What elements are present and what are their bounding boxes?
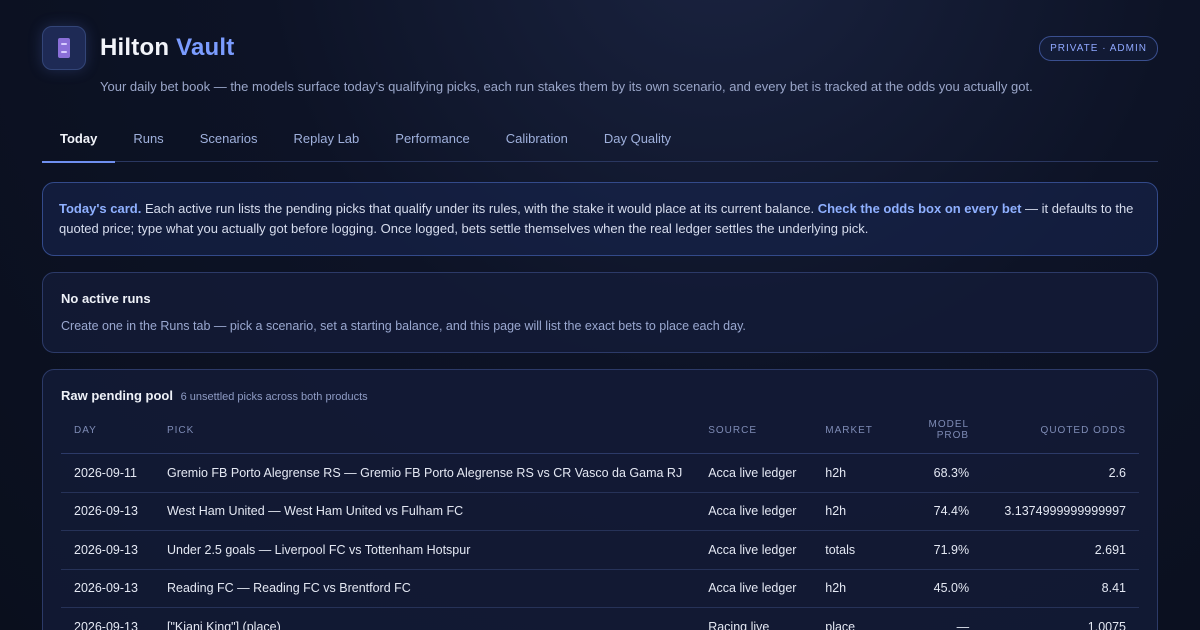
cell-quoted-odds: 1.0075	[982, 607, 1139, 630]
empty-runs-card: No active runs Create one in the Runs ta…	[42, 272, 1158, 353]
cell-market: h2h	[812, 569, 891, 608]
app-title: Hilton Vault	[100, 34, 234, 62]
pending-pool-count: 6 unsettled picks across both products	[180, 391, 368, 403]
tab-day-quality[interactable]: Day Quality	[586, 112, 689, 162]
cell-pick: Reading FC — Reading FC vs Brentford FC	[153, 569, 696, 608]
cell-source: Acca live ledger	[695, 453, 813, 493]
cell-day: 2026-09-13	[61, 607, 154, 630]
tab-runs[interactable]: Runs	[115, 112, 181, 162]
info-emphasis: Check the odds box on every bet	[817, 201, 1022, 216]
cell-pick: Gremio FB Porto Alegrense RS — Gremio FB…	[153, 453, 696, 493]
tab-today[interactable]: Today	[42, 112, 116, 163]
archive-box-icon	[42, 26, 86, 70]
table-row: 2026-09-13 West Ham United — West Ham Un…	[61, 492, 1139, 531]
info-callout: Today's card. Each active run lists the …	[42, 182, 1158, 256]
table-header-row: DAY PICK SOURCE MARKET MODEL PROB QUOTED…	[61, 419, 1139, 454]
table-row: 2026-09-13 ["Kiani King"] (place) Racing…	[61, 607, 1139, 630]
table-row: 2026-09-13 Under 2.5 goals — Liverpool F…	[61, 530, 1139, 570]
cell-source: Acca live ledger	[695, 492, 813, 531]
cell-quoted-odds: 8.41	[982, 569, 1139, 608]
cell-market: h2h	[812, 492, 891, 531]
cell-quoted-odds: 2.6	[982, 453, 1139, 493]
empty-runs-title: No active runs	[61, 291, 151, 306]
pending-pool-card: Raw pending pool 6 unsettled picks acros…	[42, 369, 1158, 630]
tab-replay-lab[interactable]: Replay Lab	[276, 112, 378, 162]
cell-pick: West Ham United — West Ham United vs Ful…	[153, 492, 696, 531]
info-text-1: Each active run lists the pending picks …	[141, 201, 818, 216]
column-header-source: SOURCE	[695, 419, 813, 454]
column-header-model-prob: MODEL PROB	[890, 419, 983, 454]
app-subtitle: Your daily bet book — the models surface…	[100, 79, 1033, 94]
tab-performance[interactable]: Performance	[377, 112, 487, 162]
column-header-quoted-odds: QUOTED ODDS	[982, 419, 1139, 454]
app-title-main: Hilton	[100, 34, 170, 61]
column-header-market: MARKET	[812, 419, 891, 454]
cell-market: place	[812, 607, 891, 630]
app-title-accent: Vault	[176, 34, 235, 61]
table-row: 2026-09-13 Reading FC — Reading FC vs Br…	[61, 569, 1139, 608]
cell-day: 2026-09-13	[61, 530, 154, 570]
page: Hilton Vault Your daily bet book — the m…	[0, 0, 1200, 630]
cell-model-prob: 68.3%	[890, 453, 983, 493]
cell-day: 2026-09-13	[61, 569, 154, 608]
tab-calibration[interactable]: Calibration	[488, 112, 586, 162]
pending-pool-title: Raw pending pool	[61, 388, 173, 403]
cell-model-prob: 71.9%	[890, 530, 983, 570]
column-header-pick: PICK	[153, 419, 696, 454]
cell-market: totals	[812, 530, 891, 570]
cell-pick: Under 2.5 goals — Liverpool FC vs Totten…	[153, 530, 696, 570]
cell-market: h2h	[812, 453, 891, 493]
empty-runs-text: Create one in the Runs tab — pick a scen…	[61, 319, 746, 333]
cell-source: Acca live ledger	[695, 530, 813, 570]
cell-model-prob: 74.4%	[890, 492, 983, 531]
cell-source: Racing live	[695, 607, 813, 630]
header: Hilton Vault Your daily bet book — the m…	[42, 0, 1158, 112]
cell-source: Acca live ledger	[695, 569, 813, 608]
pending-pool-heading: Raw pending pool 6 unsettled picks acros…	[61, 388, 1139, 403]
cell-pick: ["Kiani King"] (place)	[153, 607, 696, 630]
pending-pool-table: DAY PICK SOURCE MARKET MODEL PROB QUOTED…	[61, 419, 1139, 630]
info-lead: Today's card.	[59, 201, 142, 216]
tab-scenarios[interactable]: Scenarios	[182, 112, 276, 162]
table-row: 2026-09-11 Gremio FB Porto Alegrense RS …	[61, 453, 1139, 493]
cell-day: 2026-09-13	[61, 492, 154, 531]
role-badge: PRIVATE · ADMIN	[1039, 36, 1158, 61]
column-header-day: DAY	[61, 419, 154, 454]
cell-model-prob: —	[890, 607, 983, 630]
cell-day: 2026-09-11	[61, 453, 154, 493]
cell-quoted-odds: 2.691	[982, 530, 1139, 570]
cell-quoted-odds: 3.1374999999999997	[982, 492, 1139, 531]
cell-model-prob: 45.0%	[890, 569, 983, 608]
tab-bar: Today Runs Scenarios Replay Lab Performa…	[42, 112, 1158, 163]
